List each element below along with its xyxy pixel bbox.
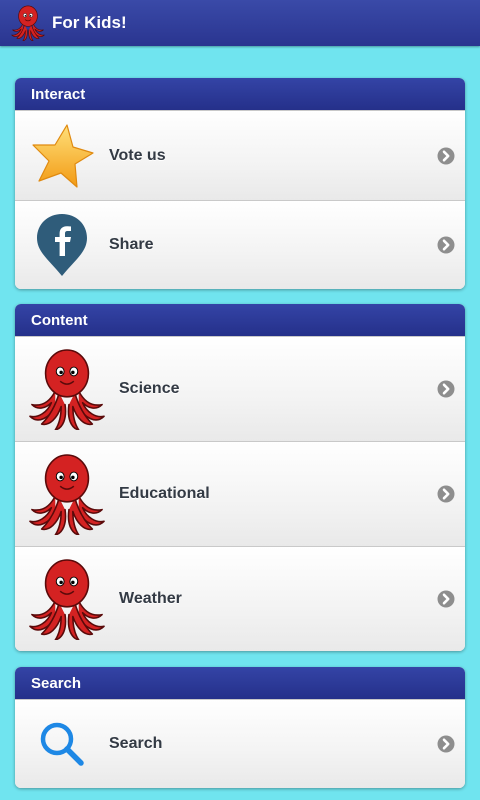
list-item-share[interactable]: Share [15, 200, 465, 289]
chevron-right-icon [437, 590, 455, 608]
list-item-label: Educational [119, 485, 210, 502]
list-item-science[interactable]: Science [15, 336, 465, 441]
section-header: Interact [15, 78, 465, 110]
list-item-educational[interactable]: Educational [15, 441, 465, 546]
app-bar: For Kids! [0, 0, 480, 46]
octopus-icon [28, 558, 106, 640]
section-content: Content Science Educational Weather [15, 304, 465, 651]
octopus-icon [28, 348, 106, 430]
app-title: For Kids! [52, 13, 127, 32]
list-item-label: Search [109, 735, 163, 752]
list-item-weather[interactable]: Weather [15, 546, 465, 651]
list-item-label: Share [109, 236, 154, 253]
section-interact: Interact Vote us Share [15, 78, 465, 289]
chevron-right-icon [437, 735, 455, 753]
octopus-icon [28, 453, 106, 535]
list-item-label: Weather [119, 590, 182, 607]
star-icon [32, 123, 94, 188]
section-header: Content [15, 304, 465, 336]
chevron-right-icon [437, 485, 455, 503]
section-search: Search Search [15, 667, 465, 788]
chevron-right-icon [437, 380, 455, 398]
chevron-right-icon [437, 147, 455, 165]
section-header: Search [15, 667, 465, 699]
octopus-icon [10, 5, 46, 41]
facebook-icon [37, 214, 87, 276]
list-item-vote-us[interactable]: Vote us [15, 110, 465, 200]
list-item-label: Vote us [109, 146, 166, 164]
chevron-right-icon [437, 236, 455, 254]
search-icon [40, 722, 84, 766]
list-item-search[interactable]: Search [15, 699, 465, 788]
list-item-label: Science [119, 380, 180, 397]
